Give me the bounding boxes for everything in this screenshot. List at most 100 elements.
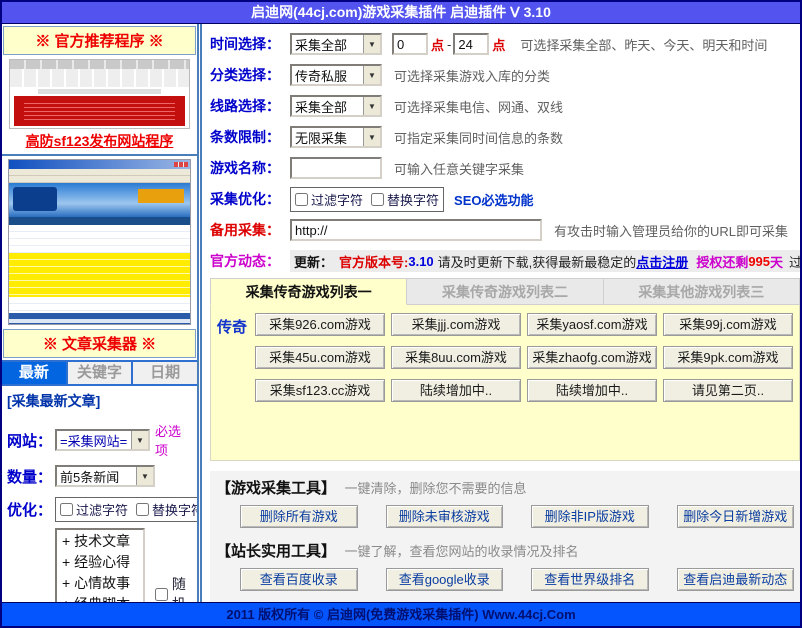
collect-game-button[interactable]: 采集8uu.com游戏 bbox=[391, 346, 521, 369]
site-select[interactable]: =采集网站= ▼ bbox=[55, 429, 150, 451]
game-name-input[interactable] bbox=[290, 157, 382, 179]
line-select[interactable]: 采集全部 ▼ bbox=[290, 95, 382, 117]
collect-optimize-group: 过滤字符 替换字符 bbox=[290, 187, 444, 212]
category-row: 分类： + 技术文章 + 经验心得 + 心情故事 + 经典脚本 随机 bbox=[7, 528, 192, 602]
delete-today-new-games-button[interactable]: 删除今日新增游戏 bbox=[677, 505, 795, 528]
random-label: 随机 bbox=[172, 574, 192, 602]
category-select-value: 传奇私服 bbox=[292, 66, 349, 85]
game-tools-desc: 一键清除，删除您不需要的信息 bbox=[344, 481, 526, 496]
limit-help: 可指定采集同时间信息的条数 bbox=[394, 128, 563, 147]
check-baidu-index-button[interactable]: 查看百度收录 bbox=[240, 568, 358, 591]
chevron-down-icon[interactable]: ▼ bbox=[363, 66, 380, 84]
auth-day-suffix: 天 bbox=[770, 252, 783, 271]
delete-non-ip-games-button[interactable]: 删除非IP版游戏 bbox=[531, 505, 649, 528]
news-text: 请及时更新下载,获得最新最稳定的 bbox=[438, 252, 637, 271]
news-version: 3.10 bbox=[408, 254, 433, 269]
collect-game-button[interactable]: 采集99j.com游戏 bbox=[663, 313, 793, 336]
category-item[interactable]: + 经验心得 bbox=[62, 552, 138, 573]
time-select[interactable]: 采集全部 ▼ bbox=[290, 33, 382, 55]
webmaster-tools-desc: 一键了解，查看您网站的收录情况及排名 bbox=[344, 544, 578, 559]
replace-chars-checkbox-main[interactable] bbox=[371, 193, 384, 206]
screenshot-menubar bbox=[9, 169, 190, 176]
tab-keyword[interactable]: 关键字 bbox=[68, 362, 134, 384]
webmaster-tools-buttons: 查看百度收录 查看google收录 查看世界级排名 查看启迪最新动态 bbox=[240, 568, 794, 591]
tab-date[interactable]: 日期 bbox=[133, 362, 197, 384]
news-band: 更新： 官方版本号: 3.10 请及时更新下载,获得最新最稳定的 点击注册 授权… bbox=[290, 250, 800, 272]
site-row: 网站： =采集网站= ▼ 必选项 bbox=[7, 421, 192, 459]
category-help: 可选择采集游戏入库的分类 bbox=[394, 66, 550, 85]
backup-label: 备用采集： bbox=[210, 220, 290, 240]
tab-latest[interactable]: 最新 bbox=[2, 362, 68, 384]
collect-game-button[interactable]: 采集yaosf.com游戏 bbox=[527, 313, 657, 336]
auth-prefix: 授权还剩 bbox=[696, 252, 748, 271]
chevron-down-icon[interactable]: ▼ bbox=[363, 35, 380, 53]
game-tools-title: 【游戏采集工具】 bbox=[216, 480, 336, 497]
screenshot-highlight-rows bbox=[9, 253, 190, 297]
chevron-down-icon[interactable]: ▼ bbox=[363, 128, 380, 146]
legend-row-label: 传奇 bbox=[217, 313, 255, 460]
collect-game-button[interactable]: 采集jjj.com游戏 bbox=[391, 313, 521, 336]
limit-select[interactable]: 无限采集 ▼ bbox=[290, 126, 382, 148]
filter-chars-label-main: 过滤字符 bbox=[311, 190, 363, 209]
article-form: [采集最新文章] 网站： =采集网站= ▼ 必选项 数量： 前5条新闻 ▼ bbox=[2, 386, 197, 602]
tab-legend-list-2[interactable]: 采集传奇游戏列表二 bbox=[407, 278, 603, 305]
line-label: 线路选择： bbox=[210, 96, 290, 116]
seo-hint: SEO必选功能 bbox=[454, 190, 533, 209]
filter-chars-label: 过滤字符 bbox=[76, 500, 128, 519]
required-hint: 必选项 bbox=[155, 421, 192, 459]
collect-game-button[interactable]: 陆续增加中.. bbox=[391, 379, 521, 402]
category-item[interactable]: + 技术文章 bbox=[62, 531, 138, 552]
filter-chars-checkbox[interactable] bbox=[60, 503, 73, 516]
webmaster-tools-header: 【站长实用工具】 一键了解，查看您网站的收录情况及排名 bbox=[216, 540, 794, 561]
time-to-input[interactable] bbox=[453, 33, 489, 55]
game-list-panel: 传奇 采集926.com游戏 采集jjj.com游戏 采集yaosf.com游戏… bbox=[210, 305, 800, 461]
window-title: 启迪网(44cj.com)游戏采集插件 启迪插件 Ⅴ 3.10 bbox=[2, 2, 800, 24]
screenshot-rows-2 bbox=[9, 297, 190, 313]
sidebar: ※ 官方推荐程序 ※ 高防sf123发布网站程序 ※ 文章采集器 ※ bbox=[2, 24, 202, 602]
auth-days: 995 bbox=[748, 254, 770, 269]
tab-legend-list-1[interactable]: 采集传奇游戏列表一 bbox=[210, 278, 407, 305]
optimize-row: 优化： 过滤字符 替换字符 bbox=[7, 497, 192, 522]
webmaster-tools-title: 【站长实用工具】 bbox=[216, 543, 336, 560]
collect-game-button[interactable]: 采集zhaofg.com游戏 bbox=[527, 346, 657, 369]
category-listbox[interactable]: + 技术文章 + 经验心得 + 心情故事 + 经典脚本 bbox=[55, 528, 145, 602]
category-item[interactable]: + 心情故事 bbox=[62, 573, 138, 594]
count-label: 数量： bbox=[7, 466, 55, 487]
chevron-down-icon[interactable]: ▼ bbox=[131, 431, 148, 449]
collect-game-button[interactable]: 采集9pk.com游戏 bbox=[663, 346, 793, 369]
check-google-index-button[interactable]: 查看google收录 bbox=[386, 568, 504, 591]
chevron-down-icon[interactable]: ▼ bbox=[363, 97, 380, 115]
screenshot-toolbar bbox=[9, 176, 190, 183]
promo-caption-link[interactable]: 高防sf123发布网站程序 bbox=[2, 129, 197, 156]
game-tools-header: 【游戏采集工具】 一键清除，删除您不需要的信息 bbox=[216, 477, 794, 498]
backup-url-input[interactable] bbox=[290, 219, 542, 241]
collect-game-button[interactable]: 采集sf123.cc游戏 bbox=[255, 379, 385, 402]
replace-chars-checkbox[interactable] bbox=[136, 503, 149, 516]
collect-game-button[interactable]: 采集45u.com游戏 bbox=[255, 346, 385, 369]
promo-screenshot[interactable] bbox=[9, 59, 190, 129]
line-select-value: 采集全部 bbox=[292, 97, 349, 116]
register-link[interactable]: 点击注册 bbox=[636, 252, 688, 271]
article-collector-screenshot[interactable] bbox=[8, 159, 191, 325]
random-checkbox[interactable] bbox=[155, 588, 168, 601]
delete-all-games-button[interactable]: 删除所有游戏 bbox=[240, 505, 358, 528]
collect-game-button[interactable]: 采集926.com游戏 bbox=[255, 313, 385, 336]
promo-screenshot-header bbox=[10, 60, 189, 69]
category-select[interactable]: 传奇私服 ▼ bbox=[290, 64, 382, 86]
chevron-down-icon[interactable]: ▼ bbox=[136, 467, 153, 485]
screenshot-titlebar bbox=[9, 160, 190, 169]
tab-other-list-3[interactable]: 采集其他游戏列表三 bbox=[604, 278, 800, 305]
check-world-rank-button[interactable]: 查看世界级排名 bbox=[531, 568, 649, 591]
category-item[interactable]: + 经典脚本 bbox=[62, 594, 138, 602]
news-row: 官方动态： 更新： 官方版本号: 3.10 请及时更新下载,获得最新最稳定的 点… bbox=[210, 250, 800, 272]
limit-select-value: 无限采集 bbox=[292, 128, 349, 147]
collect-game-button[interactable]: 陆续增加中.. bbox=[527, 379, 657, 402]
collect-game-button[interactable]: 请见第二页.. bbox=[663, 379, 793, 402]
filter-chars-checkbox-main[interactable] bbox=[295, 193, 308, 206]
delete-unreviewed-games-button[interactable]: 删除未审核游戏 bbox=[386, 505, 504, 528]
count-select[interactable]: 前5条新闻 ▼ bbox=[55, 465, 155, 487]
time-from-input[interactable] bbox=[392, 33, 428, 55]
category-select-row: 分类选择： 传奇私服 ▼ 可选择采集游戏入库的分类 bbox=[210, 64, 800, 86]
time-dot-1: 点 bbox=[431, 35, 444, 54]
check-qidi-news-button[interactable]: 查看启迪最新动态 bbox=[677, 568, 795, 591]
